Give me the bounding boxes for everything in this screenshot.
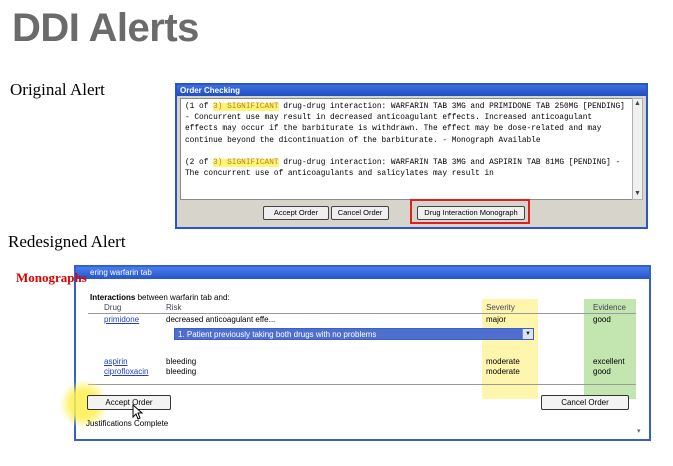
redesigned-alert-label: Redesigned Alert (8, 232, 126, 251)
drug-column-header: Drug (104, 303, 122, 312)
header-divider (88, 313, 636, 314)
interactions-panel: Interactions between warfarin tab and: D… (82, 283, 637, 438)
evidence-cell: good (593, 367, 611, 376)
severity-column-header: Severity (486, 303, 515, 312)
interaction-message-1: (1 of 3) SIGNIFICANT drug-drug interacti… (185, 103, 630, 145)
risk-column-header: Risk (166, 303, 182, 312)
scroll-down-arrow-icon[interactable]: ▼ (633, 189, 642, 199)
redesigned-window-title: ering warfarin tab (76, 267, 649, 279)
risk-cell: bleeding (166, 357, 197, 366)
drug-link-ciprofloxacin[interactable]: ciprofloxacin (104, 367, 148, 376)
significance-highlight: 3) SIGNIFICANT (213, 158, 279, 167)
interactions-heading: Interactions between warfarin tab and: (90, 293, 230, 302)
alert-message-text: (1 of 3) SIGNIFICANT drug-drug interacti… (180, 98, 633, 200)
severity-cell: major (486, 315, 507, 324)
redesigned-alert-window: ering warfarin tab Interactions between … (74, 265, 651, 441)
severity-cell: moderate (486, 357, 520, 366)
accept-order-button[interactable]: Accept Order (87, 395, 171, 410)
interaction-message-2: (2 of 3) SIGNIFICANT drug-drug interacti… (185, 158, 625, 179)
justification-dropdown[interactable]: 1. Patient previously taking both drugs … (174, 328, 534, 340)
accept-order-button[interactable]: Accept Order (263, 206, 329, 220)
monograph-button-highlight (410, 199, 530, 224)
scroll-up-arrow-icon[interactable]: ▲ (633, 99, 642, 109)
original-alert-label: Original Alert (10, 80, 105, 99)
drug-link-primidone[interactable]: primidone (104, 315, 139, 324)
original-window-title: Order Checking (177, 85, 646, 96)
significance-highlight: 3) SIGNIFICANT (213, 103, 279, 111)
scroll-corner-icon: ▾ (637, 428, 641, 435)
mouse-pointer-icon (132, 404, 144, 420)
risk-cell: bleeding (166, 367, 197, 376)
cancel-order-button[interactable]: Cancel Order (541, 395, 629, 410)
justifications-status: Justifications Complete (86, 419, 169, 428)
chevron-down-icon[interactable]: ▼ (522, 329, 533, 339)
evidence-cell: excellent (593, 357, 625, 366)
evidence-column-header: Evidence (593, 303, 626, 312)
drug-link-aspirin[interactable]: aspirin (104, 357, 128, 366)
risk-cell: decreased anticoagulant effe... (166, 315, 276, 324)
vertical-scrollbar[interactable]: ▲ ▼ (632, 98, 643, 200)
justification-selected-value: 1. Patient previously taking both drugs … (178, 330, 377, 339)
evidence-cell: good (593, 315, 611, 324)
table-bottom-divider (88, 384, 636, 385)
slide-title: DDI Alerts (12, 6, 199, 50)
monographs-label: Monographs (16, 270, 87, 285)
severity-cell: moderate (486, 367, 520, 376)
cancel-order-button[interactable]: Cancel Order (331, 206, 389, 220)
